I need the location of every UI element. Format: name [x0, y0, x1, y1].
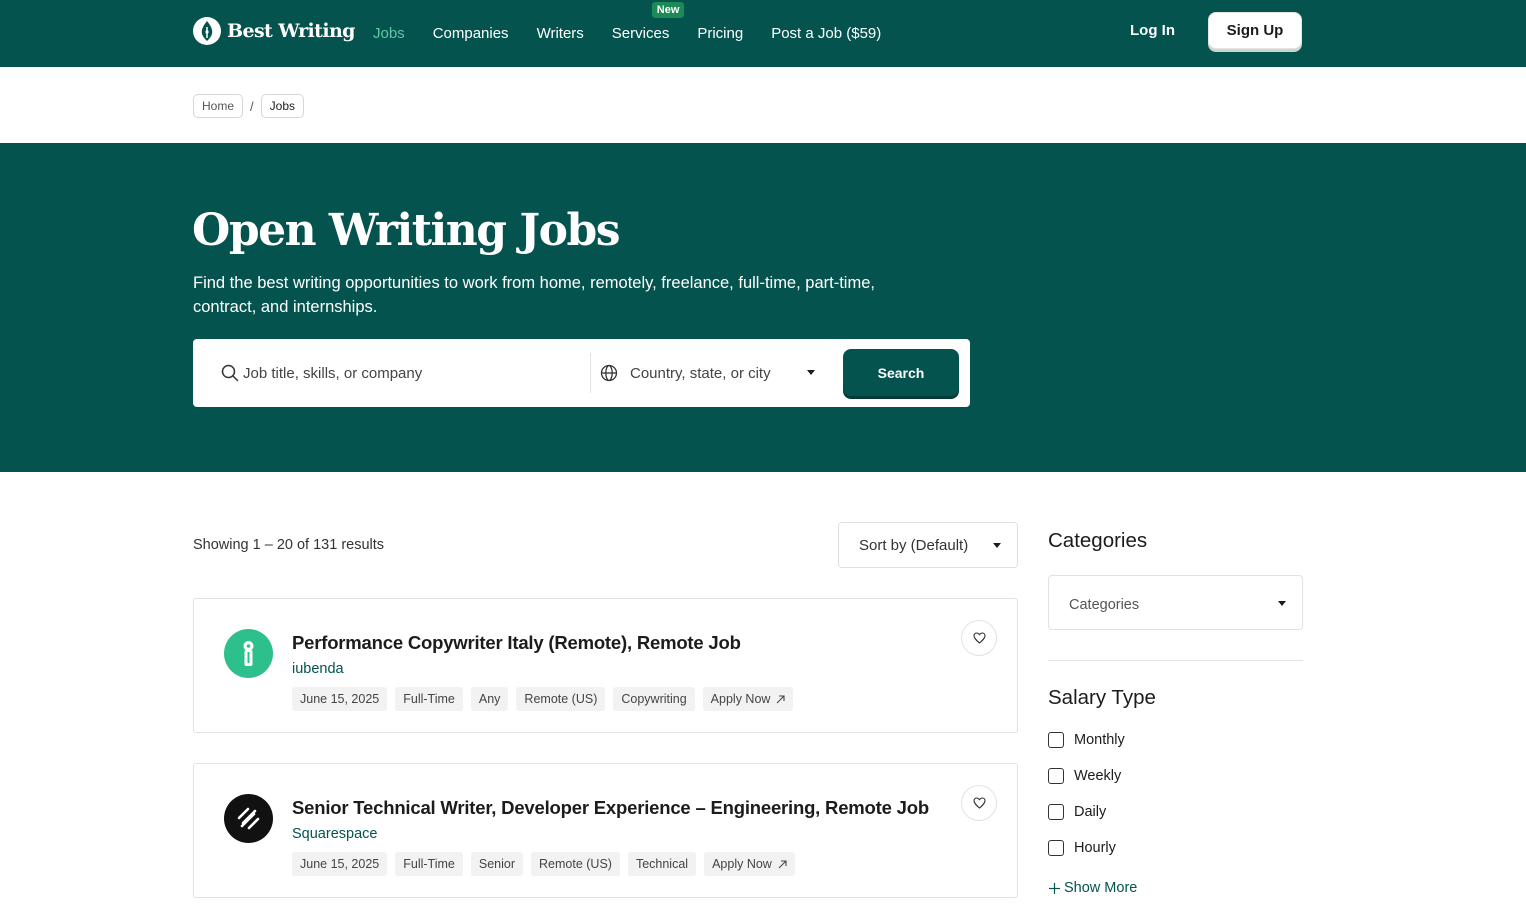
- page-subtitle: Find the best writing opportunities to w…: [193, 274, 875, 316]
- sort-select-label: Sort by (Default): [859, 537, 969, 554]
- favorite-button[interactable]: [961, 620, 997, 656]
- external-link-icon: [778, 859, 787, 868]
- login-link[interactable]: Log In: [1130, 22, 1175, 39]
- job-tags: June 15, 2025 Full-Time Any Remote (US) …: [292, 687, 794, 711]
- apply-now-link[interactable]: Apply Now: [702, 687, 794, 711]
- globe-icon: [600, 364, 618, 382]
- nav-item-companies[interactable]: Companies: [433, 25, 509, 42]
- plus-icon: [1049, 882, 1060, 894]
- nav-item-jobs[interactable]: Jobs: [373, 25, 405, 42]
- search-divider: [590, 353, 591, 393]
- job-card[interactable]: Performance Copywriter Italy (Remote), R…: [193, 598, 1018, 733]
- sort-caret-icon: [993, 543, 1001, 548]
- categories-select-label: Categories: [1069, 597, 1140, 613]
- favorite-button[interactable]: [961, 785, 997, 821]
- job-level-tag: Any: [470, 687, 509, 711]
- hero-section: Open Writing Jobs Find the best writing …: [0, 143, 1526, 472]
- salary-checkbox[interactable]: [1048, 732, 1064, 748]
- salary-option-label: Weekly: [1074, 768, 1122, 784]
- search-button[interactable]: Search: [843, 349, 959, 396]
- iubenda-logo-icon: [224, 629, 273, 678]
- heart-icon: [972, 797, 986, 809]
- salary-option-label: Hourly: [1074, 840, 1116, 856]
- job-level-tag: Senior: [470, 852, 524, 876]
- job-title[interactable]: Senior Technical Writer, Developer Exper…: [292, 797, 929, 819]
- salary-option-hourly[interactable]: Hourly: [1048, 840, 1116, 856]
- salary-type-heading: Salary Type: [1048, 686, 1156, 709]
- external-link-icon: [777, 694, 785, 703]
- search-icon: [221, 364, 239, 382]
- location-select[interactable]: Country, state, or city: [630, 365, 771, 382]
- apply-now-link[interactable]: Apply Now: [704, 852, 795, 876]
- show-more-label: Show More: [1064, 880, 1138, 896]
- categories-heading: Categories: [1048, 529, 1148, 552]
- heart-icon: [972, 632, 986, 644]
- job-type-tag: Full-Time: [395, 687, 463, 711]
- job-category-tag: Technical: [627, 852, 697, 876]
- page-title: Open Writing Jobs: [192, 205, 621, 256]
- site-logo[interactable]: Best Writing: [193, 17, 355, 45]
- breadcrumb-separator: /: [250, 98, 254, 114]
- new-badge: New: [651, 2, 685, 18]
- sidebar-divider: [1048, 660, 1303, 661]
- logo-text: Best Writing: [227, 20, 355, 42]
- salary-option-monthly[interactable]: Monthly: [1048, 732, 1125, 748]
- salary-checkbox[interactable]: [1048, 840, 1064, 856]
- salary-checkbox[interactable]: [1048, 804, 1064, 820]
- nav-item-pricing[interactable]: Pricing: [697, 25, 743, 42]
- location-dropdown-caret-icon[interactable]: [807, 370, 815, 375]
- nav-item-writers[interactable]: Writers: [537, 25, 584, 42]
- results-count: Showing 1 – 20 of 131 results: [193, 537, 385, 553]
- job-tags: June 15, 2025 Full-Time Senior Remote (U…: [292, 852, 795, 876]
- job-date-tag: June 15, 2025: [292, 687, 388, 711]
- job-search-input[interactable]: [243, 361, 563, 385]
- job-title[interactable]: Performance Copywriter Italy (Remote), R…: [292, 632, 741, 654]
- salary-option-daily[interactable]: Daily: [1048, 804, 1106, 820]
- job-search-bar: Country, state, or city Search: [193, 339, 970, 407]
- nav-item-services-label: Services: [611, 25, 670, 42]
- apply-now-label: Apply Now: [712, 857, 772, 871]
- nav-item-post-job[interactable]: Post a Job ($59): [771, 25, 881, 42]
- job-date-tag: June 15, 2025: [292, 852, 388, 876]
- job-company[interactable]: iubenda: [292, 661, 344, 677]
- categories-select[interactable]: Categories: [1048, 575, 1303, 630]
- pen-nib-logo-icon: [193, 17, 221, 45]
- breadcrumb-home[interactable]: Home: [193, 94, 244, 118]
- job-location-tag: Remote (US): [516, 687, 606, 711]
- job-category-tag: Copywriting: [613, 687, 695, 711]
- categories-caret-icon: [1278, 601, 1286, 606]
- salary-checkbox[interactable]: [1048, 768, 1064, 784]
- job-card[interactable]: Senior Technical Writer, Developer Exper…: [193, 763, 1018, 898]
- signup-button[interactable]: Sign Up: [1208, 12, 1302, 49]
- squarespace-logo-icon: [224, 794, 273, 843]
- breadcrumb-jobs[interactable]: Jobs: [260, 94, 304, 118]
- nav-item-services[interactable]: Services New: [611, 2, 685, 42]
- salary-option-weekly[interactable]: Weekly: [1048, 768, 1121, 784]
- show-more-button[interactable]: Show More: [1048, 880, 1137, 896]
- job-type-tag: Full-Time: [395, 852, 463, 876]
- salary-option-label: Monthly: [1074, 732, 1125, 748]
- top-navigation-bar: Best Writing Jobs Companies Writers Serv…: [0, 0, 1526, 67]
- sort-select[interactable]: Sort by (Default): [838, 522, 1018, 568]
- apply-now-label: Apply Now: [710, 692, 771, 706]
- breadcrumb: Home / Jobs: [193, 94, 304, 118]
- main-nav: Jobs Companies Writers Services New Pric…: [373, 0, 909, 67]
- job-location-tag: Remote (US): [531, 852, 620, 876]
- job-company[interactable]: Squarespace: [292, 826, 377, 842]
- salary-option-label: Daily: [1074, 804, 1107, 820]
